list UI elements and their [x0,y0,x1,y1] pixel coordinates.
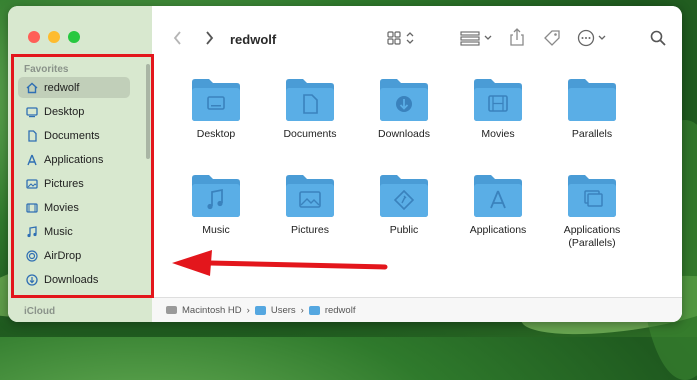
folder-icon [254,305,266,315]
tag-button[interactable] [542,27,562,49]
annotation-highlight-box [11,54,154,298]
folder-applications-parallels[interactable]: Applications (Parallels) [548,172,636,250]
window-controls [28,31,80,43]
folder-label: Parallels [571,128,613,140]
pictures-folder-icon [286,175,334,217]
hard-drive-icon [166,306,177,314]
folder-label: Downloads [378,128,430,140]
minimize-button[interactable] [48,31,60,43]
folder-label: Public [389,224,419,236]
ellipsis-circle-icon [577,29,606,47]
toolbar: redwolf [152,6,682,58]
folder-label: Pictures [291,224,329,236]
annotation-arrow-icon [172,250,388,276]
folder-label: Documents [283,128,337,140]
path-item-home[interactable]: redwolf [325,305,356,316]
group-icon [460,31,492,46]
path-item-disk[interactable]: Macintosh HD [182,305,242,316]
path-separator-icon: › [246,304,250,316]
close-button[interactable] [28,31,40,43]
applications-folder-icon [474,175,522,217]
more-actions-button[interactable] [576,27,610,49]
folder-music[interactable]: Music [172,172,260,237]
chevron-left-icon [173,31,181,45]
folder-label: Desktop [196,128,236,140]
forward-button[interactable] [202,29,216,47]
chevron-right-icon [205,31,213,45]
search-icon [650,30,666,46]
folder-desktop[interactable]: Desktop [172,76,260,141]
sidebar-section-icloud: iCloud [24,306,56,317]
tag-icon [544,30,560,46]
folder-public[interactable]: Public [360,172,448,237]
home-folder-icon [308,305,320,315]
zoom-button[interactable] [68,31,80,43]
folder-icon [568,79,616,121]
share-icon [510,28,524,46]
path-item-users[interactable]: Users [271,305,296,316]
movies-folder-icon [474,79,522,121]
folder-label: Applications (Parallels) [563,224,621,249]
folder-applications[interactable]: Applications [454,172,542,237]
path-separator-icon: › [300,304,304,316]
documents-folder-icon [286,79,334,121]
folder-downloads[interactable]: Downloads [360,76,448,141]
back-button[interactable] [170,29,184,47]
desktop-folder-icon [192,79,240,121]
music-folder-icon [192,175,240,217]
search-button[interactable] [648,28,668,48]
folder-label: Music [202,224,230,236]
folder-parallels[interactable]: Parallels [548,76,636,141]
share-button[interactable] [508,26,526,48]
public-folder-icon [380,175,428,217]
folder-label: Applications [469,224,527,236]
parallels-folder-icon [568,175,616,217]
grid-view-icon [387,31,414,45]
view-mode-button[interactable] [386,28,418,48]
window-title: redwolf [230,32,277,47]
downloads-folder-icon [380,79,428,121]
folder-pictures[interactable]: Pictures [266,172,354,237]
folder-label: Movies [481,128,515,140]
group-button[interactable] [458,28,494,48]
path-bar: Macintosh HD › Users › redwolf [152,297,682,322]
folder-movies[interactable]: Movies [454,76,542,141]
folder-documents[interactable]: Documents [266,76,354,141]
